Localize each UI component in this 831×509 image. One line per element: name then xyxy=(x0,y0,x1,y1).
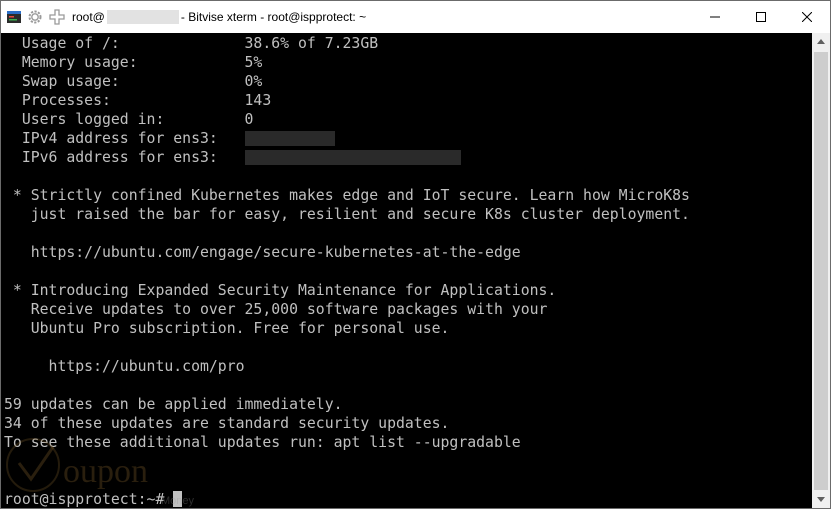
terminal-line-text: Usage of /: 38.6% of 7.23GB xyxy=(4,35,379,52)
terminal-line-text: Swap usage: 0% xyxy=(4,73,263,90)
terminal-line-text: IPv4 address for ens3: xyxy=(4,130,245,147)
terminal-line-text: Memory usage: 5% xyxy=(4,54,263,71)
terminal-line: Memory usage: 5% xyxy=(4,53,690,72)
terminal-line: Processes: 143 xyxy=(4,91,690,110)
terminal-line: * Introducing Expanded Security Maintena… xyxy=(4,281,690,300)
scroll-up-button[interactable] xyxy=(812,33,830,50)
close-button[interactable] xyxy=(784,1,830,33)
terminal-window: root@ - Bitvise xterm - root@ispprotect:… xyxy=(0,0,831,509)
terminal-output: Usage of /: 38.6% of 7.23GB Memory usage… xyxy=(4,34,690,508)
terminal-line: IPv4 address for ens3: xyxy=(4,129,690,148)
terminal-line-text: Receive updates to over 25,000 software … xyxy=(4,301,548,318)
terminal-area[interactable]: Usage of /: 38.6% of 7.23GB Memory usage… xyxy=(1,33,812,508)
terminal-line-text: 34 of these updates are standard securit… xyxy=(4,415,450,432)
terminal-line-text: 59 updates can be applied immediately. xyxy=(4,396,343,413)
shell-prompt-line: root@ispprotect:~# xyxy=(4,490,690,508)
minimize-icon xyxy=(710,16,720,18)
scroll-down-button[interactable] xyxy=(812,491,830,508)
maximize-button[interactable] xyxy=(738,1,784,33)
title-bar[interactable]: root@ - Bitvise xterm - root@ispprotect:… xyxy=(1,1,830,33)
terminal-line: https://ubuntu.com/pro xyxy=(4,357,690,376)
terminal-line: https://ubuntu.com/engage/secure-kuberne… xyxy=(4,243,690,262)
chevron-down-icon xyxy=(817,497,825,502)
terminal-line-text: root@ispprotect:~# xyxy=(4,491,174,508)
vertical-scrollbar[interactable] xyxy=(812,33,830,508)
terminal-line: Ubuntu Pro subscription. Free for person… xyxy=(4,319,690,338)
terminal-line: Users logged in: 0 xyxy=(4,110,690,129)
title-prefix: root@ xyxy=(72,10,105,24)
close-icon xyxy=(802,12,812,22)
redacted-ip-address xyxy=(244,131,335,146)
redacted-ip-address xyxy=(244,150,461,165)
scrollbar-thumb[interactable] xyxy=(814,52,828,490)
terminal-line-text: * Strictly confined Kubernetes makes edg… xyxy=(4,187,690,204)
terminal-line-text: just raised the bar for easy, resilient … xyxy=(4,206,690,223)
terminal-line: Swap usage: 0% xyxy=(4,72,690,91)
title-suffix: - Bitvise xterm - root@ispprotect: ~ xyxy=(180,10,367,24)
terminal-line-text: https://ubuntu.com/engage/secure-kuberne… xyxy=(4,244,521,261)
redacted-hostname xyxy=(106,10,179,24)
terminal-line: IPv6 address for ens3: xyxy=(4,148,690,167)
terminal-line: just raised the bar for easy, resilient … xyxy=(4,205,690,224)
terminal-line: Receive updates to over 25,000 software … xyxy=(4,300,690,319)
terminal-line-text: IPv6 address for ens3: xyxy=(4,149,245,166)
terminal-line-text: * Introducing Expanded Security Maintena… xyxy=(4,282,557,299)
terminal-cursor xyxy=(173,491,183,507)
terminal-line: To see these additional updates run: apt… xyxy=(4,433,690,452)
terminal-line: 34 of these updates are standard securit… xyxy=(4,414,690,433)
terminal-line-text: To see these additional updates run: apt… xyxy=(4,434,521,451)
terminal-line-text: Users logged in: 0 xyxy=(4,111,254,128)
gear-icon[interactable] xyxy=(27,9,43,25)
terminal-line: Usage of /: 38.6% of 7.23GB xyxy=(4,34,690,53)
terminal-line-text: Ubuntu Pro subscription. Free for person… xyxy=(4,320,450,337)
terminal-line: 59 updates can be applied immediately. xyxy=(4,395,690,414)
bitvise-app-icon[interactable] xyxy=(6,9,22,25)
chevron-up-icon xyxy=(817,39,825,44)
terminal-line-text: https://ubuntu.com/pro xyxy=(4,358,245,375)
minimize-button[interactable] xyxy=(692,1,738,33)
window-title: root@ - Bitvise xterm - root@ispprotect:… xyxy=(72,10,366,24)
move-icon[interactable] xyxy=(49,9,65,25)
terminal-line: * Strictly confined Kubernetes makes edg… xyxy=(4,186,690,205)
maximize-icon xyxy=(756,12,766,22)
terminal-line-text: Processes: 143 xyxy=(4,92,272,109)
